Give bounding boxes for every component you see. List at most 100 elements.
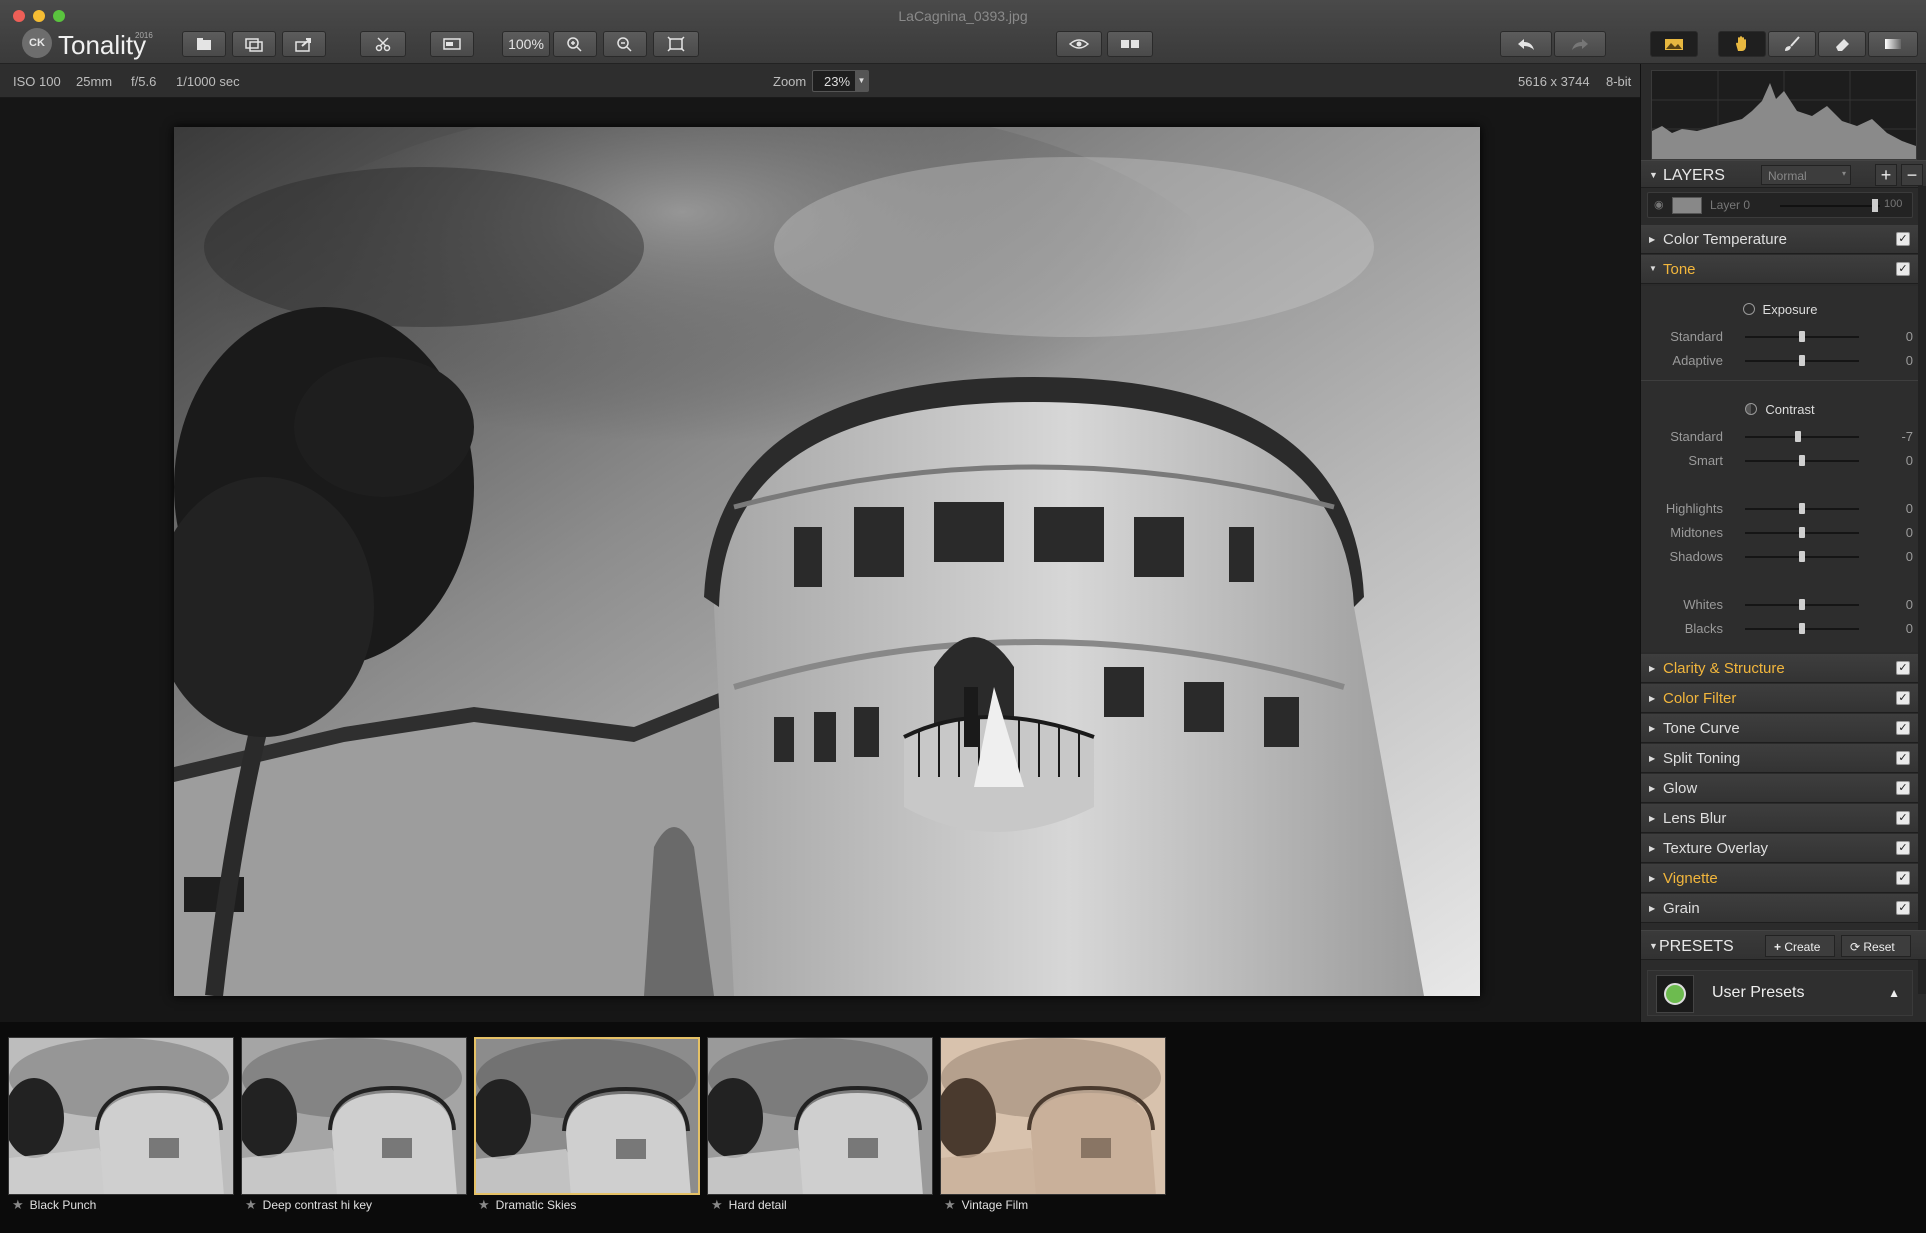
preset-thumbnail[interactable]: [8, 1037, 234, 1195]
section-enabled-checkbox[interactable]: ✓: [1896, 661, 1910, 675]
add-layer-button[interactable]: +: [1875, 164, 1897, 186]
share-button[interactable]: [282, 31, 326, 57]
brush-tool-button[interactable]: [1768, 31, 1816, 57]
slider-blacks[interactable]: Blacks 0: [1641, 619, 1919, 639]
section-enabled-checkbox[interactable]: ✓: [1896, 232, 1910, 246]
preset-thumbnail[interactable]: [940, 1037, 1166, 1195]
image-canvas[interactable]: [4, 98, 1640, 1022]
preset-preview-image: [242, 1038, 466, 1194]
section-split-toning[interactable]: ▶ Split Toning ✓: [1641, 744, 1919, 773]
favorite-star-icon[interactable]: ★: [944, 1197, 956, 1212]
remove-layer-button[interactable]: −: [1901, 164, 1923, 186]
slider-highlights[interactable]: Highlights 0: [1641, 499, 1919, 519]
section-enabled-checkbox[interactable]: ✓: [1896, 901, 1910, 915]
presets-header[interactable]: ▼ PRESETS + Create ⟳ Reset: [1641, 930, 1926, 960]
focal-length-value: 25mm: [76, 74, 113, 89]
section-grain[interactable]: ▶ Grain ✓: [1641, 894, 1919, 923]
layers-header[interactable]: ▼ LAYERS Normal ▾ + −: [1641, 160, 1926, 188]
preview-button[interactable]: [1056, 31, 1102, 57]
favorite-star-icon[interactable]: ★: [12, 1197, 24, 1212]
section-enabled-checkbox[interactable]: ✓: [1896, 781, 1910, 795]
preset-thumbnail[interactable]: [707, 1037, 933, 1195]
blend-mode-select[interactable]: Normal ▾: [1761, 165, 1851, 185]
crop-icon: [375, 37, 391, 52]
compare-button[interactable]: [430, 31, 474, 57]
preset-thumbnail[interactable]: [241, 1037, 467, 1195]
expand-triangle-icon: ▶: [1649, 694, 1656, 703]
section-label: Tone Curve: [1663, 720, 1740, 737]
batch-button[interactable]: [232, 31, 276, 57]
create-preset-button[interactable]: + Create: [1765, 935, 1835, 957]
section-clarity-structure[interactable]: ▶ Clarity & Structure ✓: [1641, 654, 1919, 683]
gradient-tool-button[interactable]: [1868, 31, 1918, 57]
section-color-temperature[interactable]: ▶ Color Temperature ✓: [1641, 225, 1919, 254]
slider-shadows[interactable]: Shadows 0: [1641, 547, 1919, 567]
zoom-in-button[interactable]: [553, 31, 597, 57]
section-tone-curve[interactable]: ▶ Tone Curve ✓: [1641, 714, 1919, 743]
section-enabled-checkbox[interactable]: ✓: [1896, 691, 1910, 705]
section-enabled-checkbox[interactable]: ✓: [1896, 871, 1910, 885]
photo-preview[interactable]: [174, 127, 1480, 996]
favorite-star-icon[interactable]: ★: [478, 1197, 490, 1212]
section-enabled-checkbox[interactable]: ✓: [1896, 262, 1910, 276]
expand-triangle-icon: ▶: [1649, 664, 1656, 673]
preset-caption: ★ Deep contrast hi key: [245, 1197, 372, 1213]
favorite-star-icon[interactable]: ★: [711, 1197, 723, 1212]
reset-cycle-icon[interactable]: [1742, 303, 1755, 315]
preset-name: Black Punch: [29, 1198, 97, 1212]
collapse-triangle-icon: ▼: [1649, 170, 1658, 180]
zoom-label: Zoom: [773, 74, 807, 89]
section-enabled-checkbox[interactable]: ✓: [1896, 811, 1910, 825]
preset-thumbnail[interactable]: [474, 1037, 700, 1195]
section-tone[interactable]: ▼ Tone ✓: [1641, 255, 1919, 284]
slider-contrast-smart[interactable]: Smart 0: [1641, 451, 1919, 471]
user-presets-row[interactable]: User Presets ▲: [1647, 970, 1913, 1016]
crop-button[interactable]: [360, 31, 406, 57]
visibility-eye-icon[interactable]: ◉: [1654, 198, 1664, 211]
section-label: Glow: [1663, 780, 1698, 797]
zoom-100-button[interactable]: 100%: [502, 31, 550, 57]
favorite-star-icon[interactable]: ★: [245, 1197, 257, 1212]
slider-whites[interactable]: Whites 0: [1641, 595, 1919, 615]
redo-button[interactable]: [1554, 31, 1606, 57]
open-button[interactable]: [182, 31, 226, 57]
slider-exposure-adaptive[interactable]: Adaptive 0: [1641, 351, 1919, 371]
layer-row[interactable]: ◉ Layer 0 100: [1647, 192, 1913, 218]
panel-scrollbar[interactable]: [1918, 186, 1926, 994]
split-view-button[interactable]: [1107, 31, 1153, 57]
app-year: 2016: [135, 31, 153, 40]
zoom-select[interactable]: 23% ▼: [812, 70, 869, 92]
slider-contrast-standard[interactable]: Standard -7: [1641, 427, 1919, 447]
expand-triangle-icon: ▶: [1649, 814, 1656, 823]
eraser-tool-button[interactable]: [1818, 31, 1866, 57]
section-enabled-checkbox[interactable]: ✓: [1896, 841, 1910, 855]
fit-button[interactable]: [653, 31, 699, 57]
adjustments-panel: ▼ LAYERS Normal ▾ + − ◉ Layer 0 100 ▶ Co…: [1640, 64, 1926, 1024]
section-enabled-checkbox[interactable]: ✓: [1896, 721, 1910, 735]
preset-preview-image: [708, 1038, 932, 1194]
undo-button[interactable]: [1500, 31, 1552, 57]
image-mode-button[interactable]: [1650, 31, 1698, 57]
slider-midtones[interactable]: Midtones 0: [1641, 523, 1919, 543]
section-enabled-checkbox[interactable]: ✓: [1896, 751, 1910, 765]
section-texture-overlay[interactable]: ▶ Texture Overlay ✓: [1641, 834, 1919, 863]
preset-caption: ★ Hard detail: [711, 1197, 787, 1213]
reset-button[interactable]: ⟳ Reset: [1841, 935, 1911, 957]
chevron-up-icon[interactable]: ▲: [1888, 986, 1900, 1000]
preset-name: Vintage Film: [961, 1198, 1029, 1212]
section-lens-blur[interactable]: ▶ Lens Blur ✓: [1641, 804, 1919, 833]
collapse-triangle-icon: ▼: [1649, 941, 1658, 951]
opacity-slider-thumb[interactable]: [1872, 199, 1878, 212]
section-vignette[interactable]: ▶ Vignette ✓: [1641, 864, 1919, 893]
slider-exposure-standard[interactable]: Standard 0: [1641, 327, 1919, 347]
preset-preview-image: [9, 1038, 233, 1194]
zoom-out-button[interactable]: [603, 31, 647, 57]
expand-triangle-icon: ▶: [1649, 235, 1656, 244]
zoom-out-icon: [617, 37, 632, 52]
opacity-slider[interactable]: [1780, 205, 1880, 207]
shutter-value: 1/1000 sec: [176, 74, 240, 89]
section-color-filter[interactable]: ▶ Color Filter ✓: [1641, 684, 1919, 713]
hand-tool-button[interactable]: [1718, 31, 1766, 57]
section-glow[interactable]: ▶ Glow ✓: [1641, 774, 1919, 803]
bit-depth: 8-bit: [1606, 74, 1632, 89]
